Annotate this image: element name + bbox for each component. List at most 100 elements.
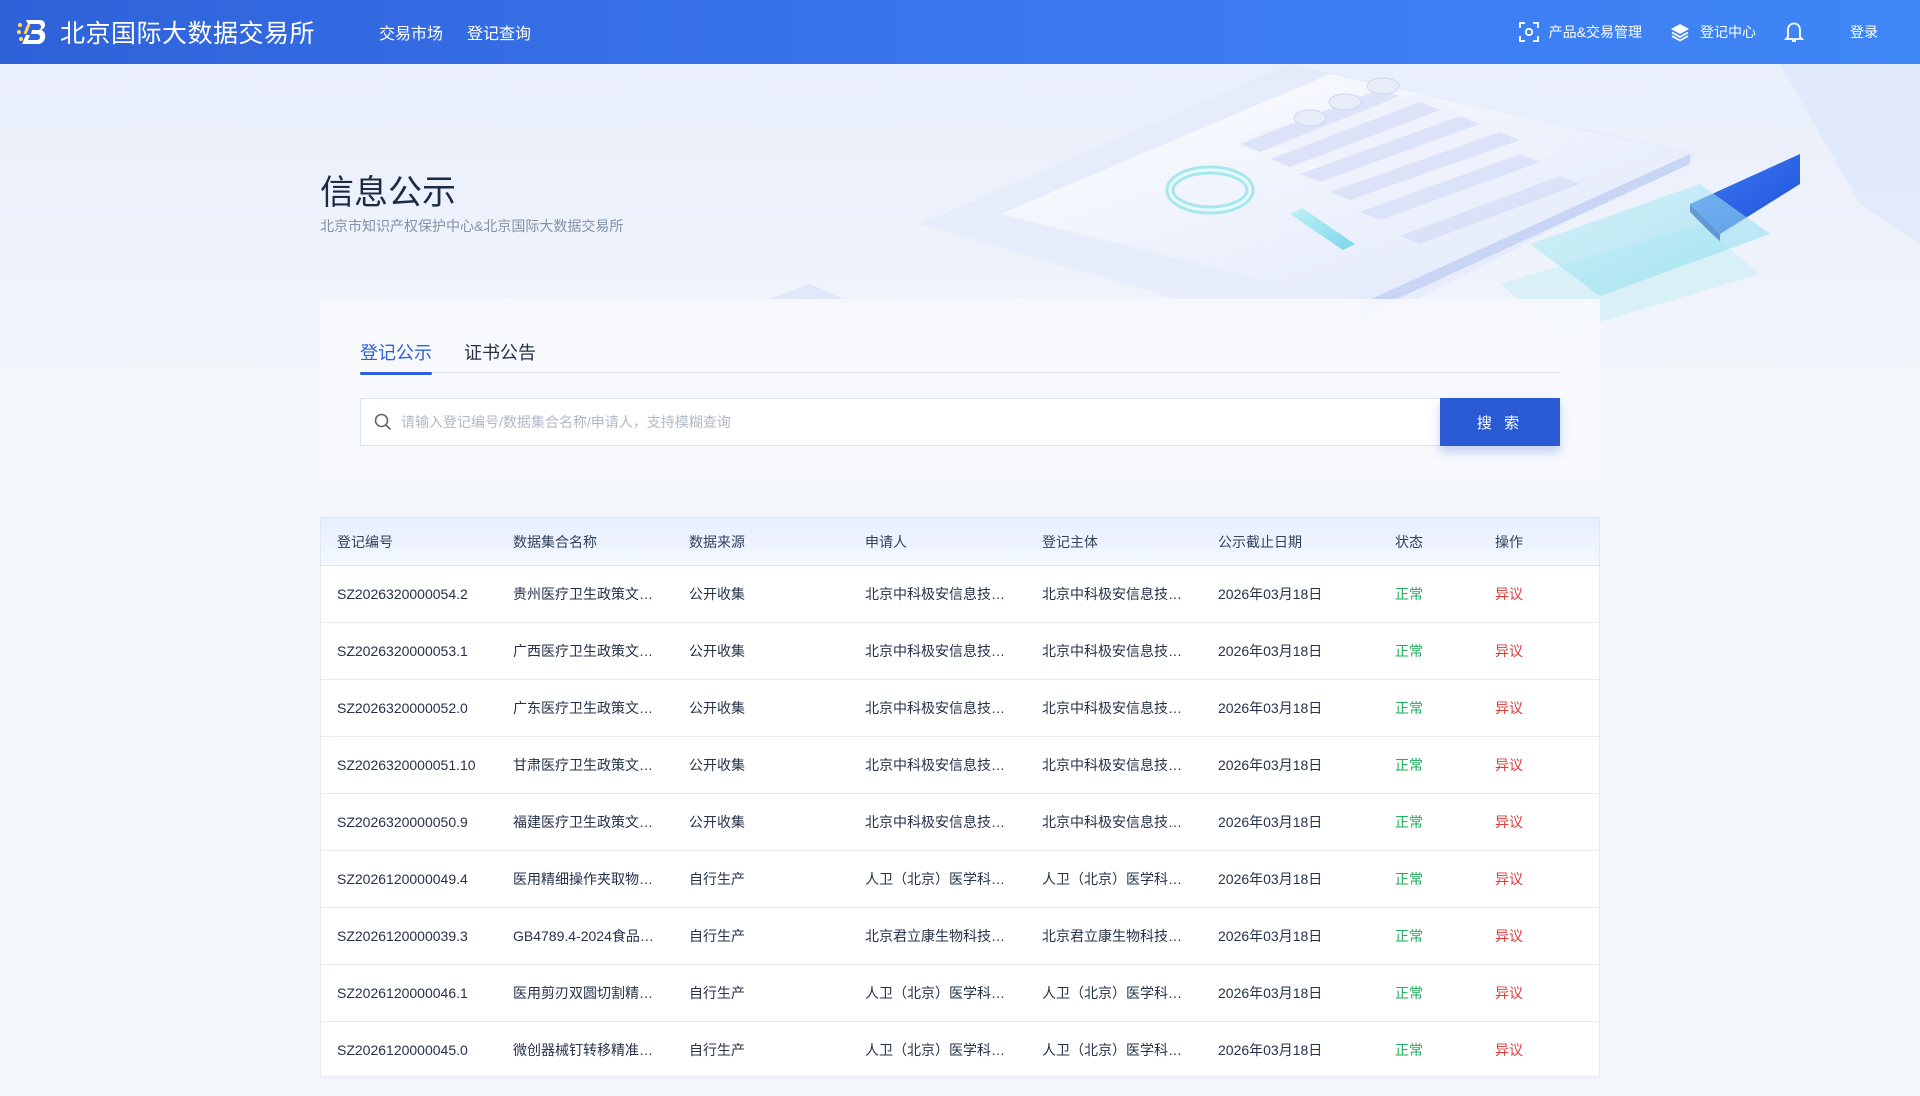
dissent-link[interactable]: 异议 — [1495, 871, 1523, 887]
reg-entity-text: 北京中科极安信息技术有限公司 — [1042, 700, 1184, 716]
dataset-name-text: 贵州医疗卫生政策文件数据集 — [513, 586, 655, 602]
reg-number-text: SZ2026120000039.3 — [337, 928, 468, 944]
table-row[interactable]: SZ2026120000045.0 微创器械钉转移精准操作数据集 自行生产 人卫（北京… — [321, 1022, 1599, 1079]
login-link[interactable]: 登录 — [1850, 22, 1878, 42]
table-header: 登记编号 数据集合名称 数据来源 申请人 登记主体 公示截止日期 状态 操作 — [321, 518, 1599, 566]
layers-icon — [1671, 24, 1689, 42]
reg-entity-text: 北京中科极安信息技术有限公司 — [1042, 757, 1184, 773]
data-source-text: 公开收集 — [689, 757, 745, 773]
table-row[interactable]: SZ2026120000039.3 GB4789.4-2024食品微生物数据集 自行… — [321, 908, 1599, 965]
cell-action[interactable]: 异议 — [1479, 698, 1579, 718]
deadline-text: 2026年03月18日 — [1218, 643, 1323, 659]
data-source-text: 公开收集 — [689, 586, 745, 602]
cell-reg-entity: 北京君立康生物科技有限公司 — [1026, 926, 1202, 946]
cell-data-source: 自行生产 — [673, 1040, 849, 1060]
applicant-text: 人卫（北京）医学科技有限公司 — [865, 1042, 1007, 1058]
logo-icon — [16, 15, 50, 49]
dissent-link[interactable]: 异议 — [1495, 985, 1523, 1001]
cell-reg-entity: 北京中科极安信息技术有限公司 — [1026, 755, 1202, 775]
data-source-text: 自行生产 — [689, 871, 745, 887]
search-button[interactable]: 搜 索 — [1440, 398, 1560, 446]
reg-number-text: SZ2026320000051.10 — [337, 757, 476, 773]
table-row[interactable]: SZ2026120000046.1 医用剪刃双圆切割精细操作数据集 自行生产 人卫（北… — [321, 965, 1599, 1022]
table-row[interactable]: SZ2026320000052.0 广东医疗卫生政策文件数据集 公开收集 北京中科极安… — [321, 680, 1599, 737]
col-data-source: 数据来源 — [689, 533, 745, 550]
reg-entity-text: 北京中科极安信息技术有限公司 — [1042, 586, 1184, 602]
cell-reg-number: SZ2026320000053.1 — [321, 643, 497, 659]
cell-status: 正常 — [1379, 698, 1479, 718]
reg-number-text: SZ2026320000054.2 — [337, 586, 468, 602]
cell-action[interactable]: 异议 — [1479, 812, 1579, 832]
cell-deadline: 2026年03月18日 — [1202, 755, 1379, 775]
page-subtitle: 北京市知识产权保护中心&北京国际大数据交易所 — [320, 218, 624, 234]
cell-action[interactable]: 异议 — [1479, 584, 1579, 604]
cell-action[interactable]: 异议 — [1479, 1040, 1579, 1060]
cell-reg-number: SZ2026120000049.4 — [321, 871, 497, 887]
table-row[interactable]: SZ2026320000051.10 甘肃医疗卫生政策文件数据集 公开收集 北京中科极… — [321, 737, 1599, 794]
applicant-text: 人卫（北京）医学科技有限公司 — [865, 871, 1007, 887]
table-body: SZ2026320000054.2贵州医疗卫生政策文件数据集公开收集北京中科极安… — [321, 566, 1599, 1079]
search-icon — [374, 413, 392, 431]
cell-applicant: 北京中科极安信息技术有限公司 — [849, 641, 1026, 661]
dataset-name-text: 甘肃医疗卫生政策文件数据集 — [513, 757, 655, 773]
status-text: 正常 — [1395, 586, 1423, 602]
status-text: 正常 — [1395, 814, 1423, 830]
cell-deadline: 2026年03月18日 — [1202, 869, 1379, 889]
cell-action[interactable]: 异议 — [1479, 926, 1579, 946]
dissent-link[interactable]: 异议 — [1495, 757, 1523, 773]
cell-applicant: 人卫（北京）医学科技有限公司 — [849, 983, 1026, 1003]
cell-reg-number: SZ2026120000045.0 — [321, 1042, 497, 1058]
cell-action[interactable]: 异议 — [1479, 983, 1579, 1003]
cell-dataset-name: 广西医疗卫生政策文件数据集 — [497, 641, 673, 661]
dissent-link[interactable]: 异议 — [1495, 814, 1523, 830]
cell-action[interactable]: 异议 — [1479, 641, 1579, 661]
cell-dataset-name: GB4789.4-2024食品微生物数据集 — [497, 926, 673, 946]
applicant-text: 北京中科极安信息技术有限公司 — [865, 814, 1007, 830]
user-nav: 产品&交易管理 登记中心 登录 — [1491, 21, 1878, 43]
cell-applicant: 人卫（北京）医学科技有限公司 — [849, 869, 1026, 889]
brand-logo[interactable]: 北京国际大数据交易所 — [16, 14, 315, 50]
notifications-button[interactable] — [1784, 21, 1814, 43]
deadline-text: 2026年03月18日 — [1218, 928, 1323, 944]
reg-number-text: SZ2026320000053.1 — [337, 643, 468, 659]
registration-center-link[interactable]: 登记中心 — [1670, 22, 1756, 42]
data-source-text: 公开收集 — [689, 643, 745, 659]
dissent-link[interactable]: 异议 — [1495, 586, 1523, 602]
dissent-link[interactable]: 异议 — [1495, 928, 1523, 944]
cell-reg-entity: 北京中科极安信息技术有限公司 — [1026, 584, 1202, 604]
cell-reg-entity: 北京中科极安信息技术有限公司 — [1026, 812, 1202, 832]
table-row[interactable]: SZ2026120000049.4 医用精细操作夹取物品数据集 自行生产 人卫（北京）… — [321, 851, 1599, 908]
dissent-link[interactable]: 异议 — [1495, 1042, 1523, 1058]
cell-deadline: 2026年03月18日 — [1202, 584, 1379, 604]
nav-trade-market[interactable]: 交易市场 — [379, 20, 443, 44]
cell-dataset-name: 甘肃医疗卫生政策文件数据集 — [497, 755, 673, 775]
nav-registration-query[interactable]: 登记查询 — [467, 20, 531, 44]
dissent-link[interactable]: 异议 — [1495, 643, 1523, 659]
col-deadline: 公示截止日期 — [1218, 533, 1302, 550]
deadline-text: 2026年03月18日 — [1218, 700, 1323, 716]
dissent-link[interactable]: 异议 — [1495, 700, 1523, 716]
reg-number-text: SZ2026120000049.4 — [337, 871, 468, 887]
reg-entity-text: 人卫（北京）医学科技有限公司 — [1042, 985, 1184, 1001]
table-row[interactable]: SZ2026320000050.9 福建医疗卫生政策文件数据集 公开收集 北京中科极安… — [321, 794, 1599, 851]
cell-status: 正常 — [1379, 983, 1479, 1003]
tab-certificate-announcement[interactable]: 证书公告 — [464, 339, 536, 365]
tab-bar: 登记公示 证书公告 — [360, 339, 1560, 375]
cell-status: 正常 — [1379, 584, 1479, 604]
deadline-text: 2026年03月18日 — [1218, 586, 1323, 602]
cell-deadline: 2026年03月18日 — [1202, 926, 1379, 946]
registration-table: 登记编号 数据集合名称 数据来源 申请人 登记主体 公示截止日期 状态 操作 S… — [320, 517, 1600, 1079]
scan-icon — [1518, 22, 1539, 42]
dataset-name-text: 福建医疗卫生政策文件数据集 — [513, 814, 655, 830]
cell-action[interactable]: 异议 — [1479, 755, 1579, 775]
data-source-text: 自行生产 — [689, 985, 745, 1001]
table-row[interactable]: SZ2026320000053.1 广西医疗卫生政策文件数据集 公开收集 北京中科极安… — [321, 623, 1599, 680]
product-trade-mgmt-link[interactable]: 产品&交易管理 — [1518, 22, 1642, 42]
applicant-text: 北京君立康生物科技有限公司 — [865, 928, 1007, 944]
table-row[interactable]: SZ2026320000054.2 贵州医疗卫生政策文件数据集 公开收集 北京中科极安… — [321, 566, 1599, 623]
reg-number-text: SZ2026120000045.0 — [337, 1042, 468, 1058]
search-input[interactable] — [401, 400, 1442, 444]
deadline-text: 2026年03月18日 — [1218, 757, 1323, 773]
cell-action[interactable]: 异议 — [1479, 869, 1579, 889]
tab-registration-notice[interactable]: 登记公示 — [360, 339, 432, 375]
